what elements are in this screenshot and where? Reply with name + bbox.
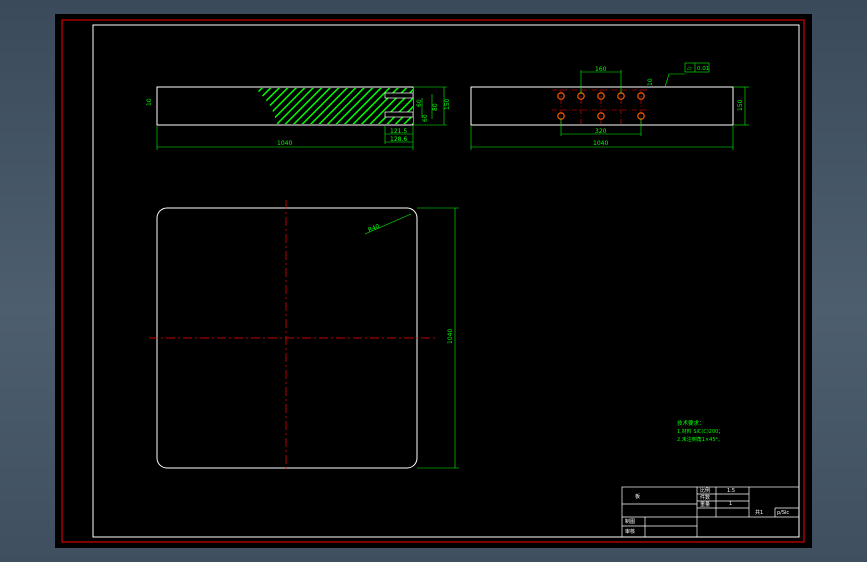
slot-upper xyxy=(384,92,414,99)
front-dim-slot-b: 80 xyxy=(432,103,439,111)
plan-dim-radius: R40 xyxy=(367,223,381,234)
front-dim-height: 150 xyxy=(444,98,451,110)
slot-lower xyxy=(384,111,414,118)
title-qty-value: 1 xyxy=(729,501,732,507)
plan-view: R40 1040 xyxy=(149,200,459,470)
cad-drawing: 1040 150 80 60 60 10 121.5 128.6 160 320… xyxy=(61,19,805,543)
tech-notes-title: 技术要求： xyxy=(677,419,705,427)
title-scale-label: 比例 xyxy=(700,487,710,494)
outer-frame xyxy=(61,19,805,543)
front-dim-slot-a: 60 xyxy=(422,114,429,122)
technical-notes: 技术要求： 1.材料 SiC(C)200； 2.未注倒角1×45°。 xyxy=(677,419,723,443)
title-block xyxy=(621,486,800,538)
side-dim-small: 10 xyxy=(647,78,654,86)
front-dim-thickness: 60 xyxy=(416,99,423,107)
title-drawn: 制图 xyxy=(625,518,635,525)
flatness-value: 0.01 xyxy=(697,66,709,72)
side-dim-hole-spacing: 160 xyxy=(595,66,607,73)
drawing-canvas: 1040 150 80 60 60 10 121.5 128.6 160 320… xyxy=(55,14,812,548)
tech-notes-line2: 2.未注倒角1×45°。 xyxy=(677,436,723,443)
front-view: 1040 150 80 60 60 10 121.5 128.6 xyxy=(146,86,451,150)
title-block-text: 板 比例 1:5 件数 1 重量 共1 p/Sic 制图 审核 xyxy=(625,487,789,535)
tech-notes-line1: 1.材料 SiC(C)200； xyxy=(677,428,723,435)
front-dim-slot-depth: 121.5 xyxy=(390,128,407,135)
plan-dim-side: 1040 xyxy=(447,329,454,344)
front-dim-length: 1040 xyxy=(277,140,292,147)
title-checked: 审核 xyxy=(625,528,635,535)
side-view: 160 320 1040 150 10 ▱ 0.01 xyxy=(470,62,749,150)
side-dim-length: 1040 xyxy=(593,140,608,147)
title-part-name: 板 xyxy=(635,493,640,500)
side-dim-height: 150 xyxy=(737,99,744,111)
title-qty-label: 件数 xyxy=(700,494,710,501)
side-dim-hole-span: 320 xyxy=(595,128,607,135)
title-scale-value: 1:5 xyxy=(727,488,735,494)
front-dim-slot-total: 128.6 xyxy=(390,136,407,143)
title-sheet: 共1 xyxy=(755,509,763,516)
flatness-symbol: ▱ xyxy=(687,65,692,72)
title-material: p/Sic xyxy=(777,510,789,516)
front-dim-top: 10 xyxy=(146,98,153,106)
title-weight-label: 重量 xyxy=(700,501,710,508)
